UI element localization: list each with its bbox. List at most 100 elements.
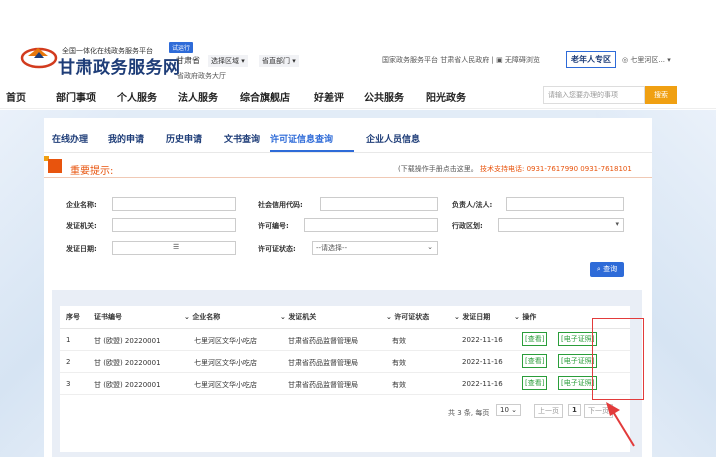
issue-date-input[interactable]: ☰ [112, 241, 236, 255]
calendar-icon[interactable]: ☰ [173, 243, 179, 251]
col-status: ⌄ 许可证状态 [386, 313, 430, 321]
tab-my-apply[interactable]: 我的申请 [108, 132, 144, 145]
row3-view-button[interactable]: [查看] [522, 376, 548, 390]
nav-sunshine[interactable]: 阳光政务 [426, 89, 466, 104]
region-label: 行政区划: [452, 222, 483, 230]
tab-license-query[interactable]: 许可证信息查询 [270, 132, 333, 145]
row-divider [60, 350, 630, 351]
license-status-label: 许可证状态: [258, 245, 296, 253]
search-icon: ⌕ [596, 265, 601, 273]
notice-divider [44, 177, 652, 178]
row1-status: 有效 [392, 337, 406, 345]
nav-dept[interactable]: 部门事项 [56, 89, 96, 104]
row3-cert: 甘 (欧盟) 20220001 [94, 381, 161, 389]
site-title[interactable]: 甘肃政务服务网 [58, 53, 181, 78]
logo-icon [20, 47, 58, 69]
responsible-label: 负责人/法人: [452, 201, 493, 209]
table-header-divider [60, 328, 630, 329]
link-province[interactable]: 甘肃省人民政府 [440, 56, 489, 64]
location-select[interactable]: ◎ 七里河区... ▾ [622, 55, 671, 65]
col-cert: 证书编号 [94, 313, 122, 321]
col-issuer: ⌄ 发证机关 [280, 313, 317, 321]
company-name-input[interactable] [112, 197, 236, 211]
region-select-field[interactable]: ▾ [498, 218, 624, 232]
help-text: (下载操作手册点击这里。 技术支持电话: 0931-7617990 0931-7… [398, 164, 632, 174]
tab-online[interactable]: 在线办理 [52, 132, 88, 145]
row3-issuer: 甘肃省药品监督管理局 [288, 381, 358, 389]
highlight-box [592, 318, 644, 400]
manual-link[interactable]: (下载操作手册点击这里。 [398, 165, 478, 173]
row2-no: 2 [66, 358, 71, 366]
nav-home[interactable]: 首页 [6, 89, 26, 104]
tab-history[interactable]: 历史申请 [166, 132, 202, 145]
notice-icon [48, 159, 62, 173]
nav-review[interactable]: 好差评 [314, 89, 344, 104]
row-divider [60, 372, 630, 373]
per-page-select[interactable]: 10 ⌄ [496, 404, 522, 416]
pager-total: 共 3 条, 每页 [448, 409, 490, 417]
row2-date: 2022-11-16 [462, 358, 503, 366]
header: 全国一体化在线政务服务平台 试运行 甘肃政务服务网 甘肃省 选择区域 ▾ 省直部… [0, 0, 716, 83]
row1-view-button[interactable]: [查看] [522, 332, 548, 346]
col-date: ⌄ 发证日期 [454, 313, 491, 321]
tab-divider [44, 152, 652, 153]
nav-flagship[interactable]: 综合旗舰店 [240, 89, 290, 104]
hall-link[interactable]: 省政府政务大厅 [177, 71, 226, 81]
link-national[interactable]: 国家政务服务平台 [382, 56, 438, 64]
company-name-label: 企业名称: [66, 201, 97, 209]
row2-cert: 甘 (欧盟) 20220001 [94, 359, 161, 367]
location-icon: ◎ [622, 56, 629, 64]
chevron-down-icon: ▾ [615, 220, 619, 228]
row-divider [60, 394, 630, 395]
arrow-icon [606, 402, 635, 447]
row3-status: 有效 [392, 381, 406, 389]
link-accessible[interactable]: 无障碍浏览 [505, 56, 540, 64]
support-label: 技术支持电话: [479, 165, 525, 173]
col-actions: ⌄ 操作 [514, 313, 537, 321]
search-button[interactable]: 搜索 [645, 86, 677, 104]
row1-issuer: 甘肃省药品监督管理局 [288, 337, 358, 345]
col-company: ⌄ 企业名称 [184, 313, 221, 321]
tab-docs[interactable]: 文书查询 [224, 132, 260, 145]
row1-company: 七里河区文华小吃店 [194, 337, 257, 345]
license-status-select[interactable]: --请选择-- ⌄ [312, 241, 438, 255]
tab-staff[interactable]: 企业人员信息 [366, 132, 420, 145]
row2-company: 七里河区文华小吃店 [194, 359, 257, 367]
issuer-input[interactable] [112, 218, 236, 232]
row3-company: 七里河区文华小吃店 [194, 381, 257, 389]
nav-personal[interactable]: 个人服务 [117, 89, 157, 104]
prev-page-button[interactable]: 上一页 [534, 404, 563, 418]
dept-select[interactable]: 省直部门 ▾ [259, 55, 299, 67]
row3-no: 3 [66, 380, 71, 388]
row3-date: 2022-11-16 [462, 380, 503, 388]
issuer-label: 发证机关: [66, 222, 97, 230]
page-1-button[interactable]: 1 [568, 404, 581, 416]
row1-cert: 甘 (欧盟) 20220001 [94, 337, 161, 345]
credit-code-label: 社会信用代码: [258, 201, 303, 209]
main-panel: 在线办理 我的申请 历史申请 文书查询 许可证信息查询 企业人员信息 重要提示:… [44, 118, 652, 457]
search-input[interactable]: 请输入您要办理的事项 [543, 86, 645, 104]
accessibility-icon: ▣ [496, 56, 503, 64]
province-label: 甘肃省 [176, 56, 200, 65]
chevron-down-icon: ⌄ [427, 243, 433, 251]
row2-view-button[interactable]: [查看] [522, 354, 548, 368]
row2-status: 有效 [392, 359, 406, 367]
row2-issuer: 甘肃省药品监督管理局 [288, 359, 358, 367]
col-no: 序号 [66, 313, 80, 321]
issue-date-label: 发证日期: [66, 245, 97, 253]
notice-title: 重要提示: [70, 166, 114, 177]
region-select[interactable]: 选择区域 ▾ [208, 55, 248, 67]
responsible-input[interactable] [506, 197, 624, 211]
nav-public[interactable]: 公共服务 [364, 89, 404, 104]
support-phone: 0931-7617990 0931-7618101 [526, 165, 632, 173]
row1-date: 2022-11-16 [462, 336, 503, 344]
credit-code-input[interactable] [320, 197, 438, 211]
top-links: 国家政务服务平台 甘肃省人民政府 | ▣ 无障碍浏览 [382, 56, 540, 64]
license-no-input[interactable] [304, 218, 438, 232]
nav-corporate[interactable]: 法人服务 [178, 89, 218, 104]
elder-zone-button[interactable]: 老年人专区 [566, 51, 616, 68]
license-no-label: 许可编号: [258, 222, 289, 230]
query-button[interactable]: ⌕ 查询 [590, 262, 624, 277]
trial-badge: 试运行 [169, 42, 194, 53]
row1-no: 1 [66, 336, 71, 344]
